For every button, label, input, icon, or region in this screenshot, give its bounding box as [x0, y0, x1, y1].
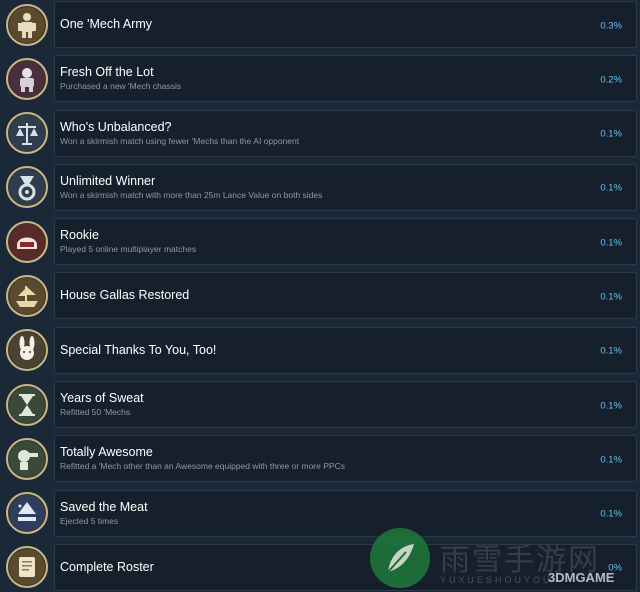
- achievement-description: Played 5 online multiplayer matches: [60, 244, 197, 255]
- achievement-title: Who's Unbalanced?: [60, 119, 172, 134]
- achievement-panel: Who's Unbalanced? Won a skirmish match us…: [54, 109, 637, 157]
- achievement-title: Rookie: [60, 228, 99, 243]
- achievement-icon-wrap: [0, 381, 54, 428]
- achievement-panel: Saved the Meat Ejected 5 times 0.1%: [54, 489, 637, 537]
- achievement-icon-wrap: [0, 435, 54, 482]
- achievement-icon-wrap: [0, 164, 54, 211]
- achievement-percent: 0.1%: [600, 454, 622, 466]
- achievement-description: Refitted a 'Mech other than an Awesome e…: [60, 461, 345, 472]
- mech-figure-icon: [6, 3, 48, 46]
- watermark-logo: [370, 528, 430, 588]
- watermark-brand: 3DMGAME: [548, 570, 615, 585]
- achievement-percent: 0.1%: [600, 128, 622, 140]
- achievement-description: Won a skirmish match with more than 25m …: [60, 189, 323, 200]
- achievement-row: One 'Mech Army 0.3%: [0, 1, 640, 48]
- achievement-panel: Years of Sweat Refitted 50 'Mechs 0.1%: [54, 381, 637, 429]
- achievement-title: Saved the Meat: [60, 499, 148, 514]
- mech-chassis-icon: [6, 57, 48, 100]
- achievement-row: Who's Unbalanced? Won a skirmish match us…: [0, 109, 640, 157]
- ship-icon: [6, 274, 48, 317]
- achievement-icon-wrap: [0, 327, 54, 374]
- achievement-description: Won a skirmish match using fewer 'Mechs …: [60, 135, 300, 146]
- achievement-row: Special Thanks To You, Too! 0.1%: [0, 326, 640, 374]
- achievement-panel: One 'Mech Army 0.3%: [54, 1, 637, 48]
- achievement-icon-wrap: [0, 544, 54, 591]
- achievement-description: Refitted 50 'Mechs: [60, 407, 131, 418]
- achievement-panel: House Gallas Restored 0.1%: [54, 272, 637, 320]
- achievement-percent: 0.3%: [600, 20, 622, 32]
- hourglass-icon: [6, 383, 48, 426]
- achievement-percent: 0.2%: [600, 74, 622, 86]
- achievement-row: House Gallas Restored 0.1%: [0, 272, 640, 320]
- achievement-title: Totally Awesome: [60, 445, 153, 460]
- achievement-row: Totally Awesome Refitted a 'Mech other th…: [0, 435, 640, 483]
- achievement-row: Unlimited Winner Won a skirmish match wit…: [0, 163, 640, 211]
- achievement-icon-wrap: [0, 272, 54, 319]
- mech-arm-icon: [6, 437, 48, 480]
- achievement-title: Special Thanks To You, Too!: [60, 342, 217, 357]
- achievement-title: Fresh Off the Lot: [60, 65, 154, 80]
- achievement-percent: 0.1%: [600, 345, 622, 357]
- achievement-title: House Gallas Restored: [60, 288, 190, 303]
- rabbit-icon: [6, 329, 48, 372]
- achievement-row: Years of Sweat Refitted 50 'Mechs 0.1%: [0, 381, 640, 429]
- achievement-list: One 'Mech Army 0.3% Fresh Off the Lot Purch…: [0, 0, 640, 592]
- scales-icon: [6, 112, 48, 155]
- watermark-pinyin: YUXUESHOUYOU: [440, 575, 553, 585]
- medal-icon: [6, 166, 48, 209]
- achievement-icon-wrap: [0, 110, 54, 157]
- scroll-icon: [6, 546, 48, 589]
- achievement-icon-wrap: [0, 218, 54, 265]
- achievement-title: Years of Sweat: [60, 391, 144, 406]
- achievement-title: One 'Mech Army: [60, 17, 152, 31]
- achievement-row: Saved the Meat Ejected 5 times 0.1%: [0, 489, 640, 537]
- achievement-description: Ejected 5 times: [60, 515, 119, 526]
- achievement-title: Unlimited Winner: [60, 173, 156, 188]
- achievement-icon-wrap: [0, 1, 54, 48]
- helmet-icon: [6, 220, 48, 263]
- achievement-panel: Rookie Played 5 online multiplayer matche…: [54, 218, 637, 266]
- achievement-percent: 0.1%: [600, 291, 622, 303]
- achievement-percent: 0.1%: [600, 182, 622, 194]
- achievement-panel: Special Thanks To You, Too! 0.1%: [54, 326, 637, 374]
- achievement-panel: Totally Awesome Refitted a 'Mech other th…: [54, 435, 637, 483]
- achievement-icon-wrap: [0, 55, 54, 102]
- achievement-percent: 0.1%: [600, 508, 622, 520]
- achievement-percent: 0.1%: [600, 237, 622, 249]
- achievement-icon-wrap: [0, 490, 54, 537]
- leaf-icon: [387, 544, 414, 573]
- achievement-description: Purchased a new 'Mech chassis: [60, 81, 182, 92]
- achievement-panel: Fresh Off the Lot Purchased a new 'Mech c…: [54, 55, 637, 103]
- achievement-row: Fresh Off the Lot Purchased a new 'Mech c…: [0, 55, 640, 103]
- eject-icon: [6, 492, 48, 535]
- achievement-panel: Unlimited Winner Won a skirmish match wit…: [54, 163, 637, 211]
- achievement-row: Rookie Played 5 online multiplayer matche…: [0, 218, 640, 266]
- achievement-percent: 0.1%: [600, 400, 622, 412]
